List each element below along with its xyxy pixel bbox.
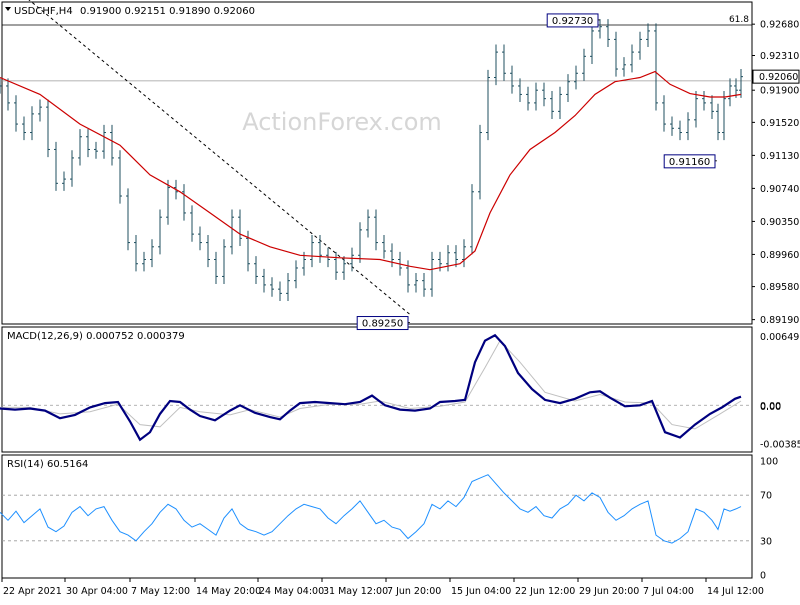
price-axis-label: 0.91130 <box>760 151 799 162</box>
time-axis-label: 7 May 12:00 <box>131 586 190 597</box>
price-axis-label: 0.89190 <box>760 315 799 326</box>
watermark: ActionForex.com <box>242 108 442 136</box>
price-axis-label: 0.91900 <box>760 86 799 97</box>
ohlc-values: 0.91900 0.92151 0.91890 0.92060 <box>80 6 255 17</box>
price-axis-label: 0.92680 <box>760 20 799 31</box>
rsi-axis-label: 100 <box>760 457 778 468</box>
time-axis-label: 31 May 12:00 <box>323 586 388 597</box>
annotation-label: 0.92730 <box>552 16 593 27</box>
macd-axis-label: 0.00 <box>760 402 781 413</box>
price-axis-label: 0.89580 <box>760 282 799 293</box>
time-axis-label: 29 Jun 20:00 <box>579 586 639 597</box>
price-axis-label: 0.90350 <box>760 217 799 228</box>
time-axis-label: 7 Jun 20:00 <box>387 586 441 597</box>
annotation-label: 0.91160 <box>669 157 710 168</box>
time-axis-label: 15 Jun 04:00 <box>451 586 511 597</box>
current-price-label: 0.92060 <box>759 72 798 83</box>
macd-axis-label: -0.003855 <box>760 440 800 451</box>
macd-panel-frame <box>1 326 753 453</box>
time-axis-label: 14 May 20:00 <box>196 586 261 597</box>
fib-label: 61.8 <box>729 15 749 25</box>
price-annotation: 0.89250 <box>356 316 410 331</box>
price-axis-label: 0.89960 <box>760 250 799 261</box>
rsi-axis-label: 0 <box>760 571 766 582</box>
time-axis: 22 Apr 2021 30 Apr 04:00 7 May 12:00 14 May… <box>1 578 764 597</box>
macd-title: MACD(12,26,9) 0.000752 0.000379 <box>7 331 185 342</box>
price-annotation: 0.92730 <box>546 13 600 28</box>
rsi-panel-frame <box>1 454 753 579</box>
price-annotation: 0.91160 <box>663 154 717 169</box>
price-axis-label: 0.92310 <box>760 51 799 62</box>
time-axis-label: 14 Jul 12:00 <box>707 586 764 597</box>
rsi-axis-label: 70 <box>760 491 772 502</box>
macd-axis-label: 0.00649 <box>760 332 799 343</box>
time-axis-label: 22 Apr 2021 <box>3 586 62 597</box>
rsi-title: RSI(14) 60.5164 <box>7 459 88 470</box>
chart-svg: ActionForex.com USDCHF,H4 0.91900 0.9215… <box>0 0 800 597</box>
price-axis-label: 0.90740 <box>760 184 799 195</box>
price-axis-label: 0.91520 <box>760 118 799 129</box>
price-axis: 0.92680 0.92310 0.91900 0.91520 0.91130 0.907… <box>752 20 800 326</box>
rsi-axis: 100 70 30 0 <box>760 457 778 582</box>
annotation-label: 0.89250 <box>362 319 403 330</box>
rsi-axis-label: 30 <box>760 536 772 547</box>
macd-axis: 0.006490.000.00-0.003855 <box>760 332 800 451</box>
time-axis-label: 30 Apr 04:00 <box>66 586 128 597</box>
time-axis-label: 22 Jun 12:00 <box>515 586 575 597</box>
usdchf-chart: ActionForex.com USDCHF,H4 0.91900 0.9215… <box>0 0 800 600</box>
time-axis-label: 7 Jul 04:00 <box>643 586 694 597</box>
time-axis-label: 24 May 04:00 <box>259 586 324 597</box>
